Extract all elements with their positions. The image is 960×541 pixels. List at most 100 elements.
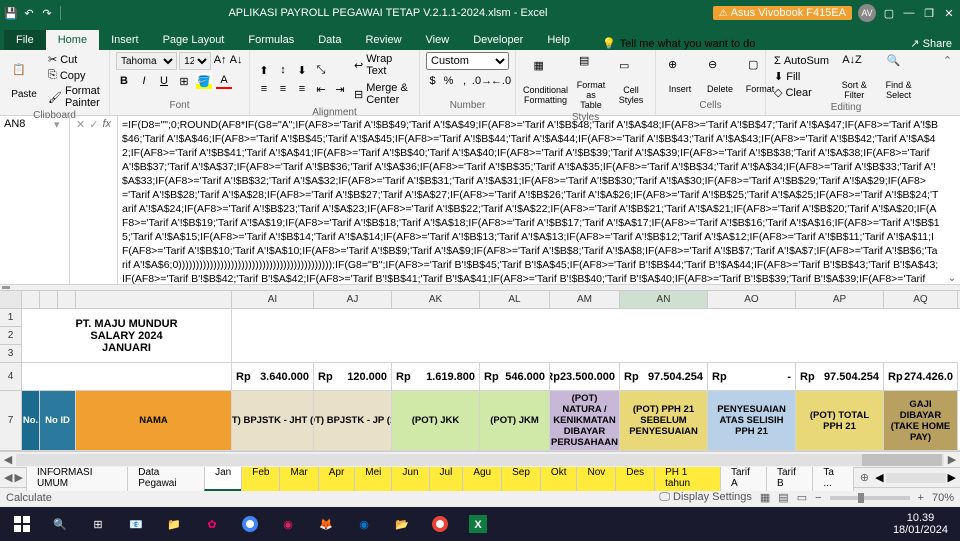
tab-view[interactable]: View — [414, 30, 462, 50]
view-layout-icon[interactable]: ▤ — [778, 491, 788, 504]
hdr-ap[interactable]: (POT) TOTAL PPH 21 — [796, 391, 884, 450]
col-ai[interactable]: AI — [232, 291, 314, 308]
hdr-aq[interactable]: GAJI DIBAYAR (TAKE HOME PAY) — [884, 391, 958, 450]
cell-ak4[interactable]: Rp1.619.800 — [392, 363, 480, 390]
italic-icon[interactable]: I — [136, 73, 152, 89]
comma-icon[interactable]: , — [458, 73, 471, 89]
share-button[interactable]: ↗ Share — [910, 37, 952, 50]
row-2[interactable]: 2 — [0, 327, 21, 345]
align-bottom-icon[interactable]: ⬇ — [294, 62, 310, 78]
tab-developer[interactable]: Developer — [461, 30, 535, 50]
sheet-tab-data-pegawai[interactable]: Data Pegawai — [127, 464, 205, 491]
col-ak[interactable]: AK — [392, 291, 480, 308]
paste-button[interactable]: 📋 Paste — [6, 61, 42, 102]
undo-icon[interactable]: ↶ — [22, 6, 36, 20]
conditional-formatting-button[interactable]: ▦Conditional Formatting — [522, 57, 569, 107]
tab-page-layout[interactable]: Page Layout — [151, 30, 237, 50]
display-settings-button[interactable]: 🖵 Display Settings — [659, 491, 752, 504]
col-a[interactable] — [22, 291, 40, 308]
explorer-icon[interactable]: 📂 — [384, 509, 420, 539]
tab-data[interactable]: Data — [306, 30, 353, 50]
tab-file[interactable]: File — [4, 30, 46, 50]
col-aj[interactable]: AJ — [314, 291, 392, 308]
minimize-icon[interactable]: — — [902, 6, 916, 20]
underline-icon[interactable]: U — [156, 73, 172, 89]
number-format-select[interactable]: Custom — [426, 52, 509, 70]
hdr-ao[interactable]: PENYESUAIAN ATAS SELISIH PPH 21 — [708, 391, 796, 450]
col-aq[interactable]: AQ — [884, 291, 958, 308]
font-size-select[interactable]: 12 — [179, 52, 211, 70]
sheet-tab-apr[interactable]: Apr — [318, 464, 356, 491]
zoom-slider[interactable] — [830, 496, 910, 500]
scroll-thumb[interactable] — [862, 454, 942, 466]
outlook-icon[interactable]: 📧 — [118, 509, 154, 539]
formula-content[interactable]: =IF(D8="";0;ROUND(AF8*IF(G8="A";IF(AF8>=… — [118, 116, 944, 284]
format-painter-button[interactable]: 🖌Format Painter — [46, 84, 103, 110]
fill-color-icon[interactable]: 🪣 — [196, 73, 212, 89]
avatar[interactable]: AV — [858, 4, 876, 22]
sheet-tab-feb[interactable]: Feb — [241, 464, 280, 491]
redo-icon[interactable]: ↷ — [40, 6, 54, 20]
cell-ao4[interactable]: Rp- — [708, 363, 796, 390]
maximize-icon[interactable]: ❐ — [922, 6, 936, 20]
col-am[interactable]: AM — [550, 291, 620, 308]
cut-button[interactable]: ✂Cut — [46, 52, 103, 67]
ribbon-options-icon[interactable]: ▢ — [882, 6, 896, 20]
cell-ai4[interactable]: Rp3.640.000 — [232, 363, 314, 390]
zoom-level[interactable]: 70% — [932, 492, 954, 504]
task-view-icon[interactable]: ⊞ — [80, 509, 116, 539]
row-1[interactable]: 1 — [0, 309, 21, 327]
chevron-down-icon[interactable]: ▾ — [54, 118, 60, 131]
zoom-in-icon[interactable]: + — [918, 492, 924, 504]
scroll-right-icon[interactable]: ▶ — [944, 453, 960, 466]
col-al[interactable]: AL — [480, 291, 550, 308]
hdr-ak[interactable]: (POT) JKK — [392, 391, 480, 450]
font-shrink-icon[interactable]: A↓ — [229, 52, 243, 68]
percent-icon[interactable]: % — [442, 73, 455, 89]
border-icon[interactable]: ⊞ — [176, 73, 192, 89]
tell-me-search[interactable]: 💡 Tell me what you want to do — [602, 37, 755, 50]
sheet-tab-mei[interactable]: Mei — [354, 464, 392, 491]
decimal-dec-icon[interactable]: ←.0 — [493, 73, 509, 89]
tab-scroll-right-icon[interactable]: ▶ — [948, 471, 956, 484]
hdr-nama[interactable]: NAMA — [76, 391, 232, 450]
app-icon-1[interactable]: 📁 — [156, 509, 192, 539]
clear-button[interactable]: ◇Clear — [772, 85, 831, 100]
row-7[interactable]: 7 — [0, 391, 21, 451]
row-3[interactable]: 3 — [0, 345, 21, 363]
col-ap[interactable]: AP — [796, 291, 884, 308]
col-ao[interactable]: AO — [708, 291, 796, 308]
cancel-formula-icon[interactable]: ✕ — [76, 118, 85, 131]
tab-home[interactable]: Home — [46, 30, 99, 50]
align-top-icon[interactable]: ⬆ — [256, 62, 272, 78]
hdr-am[interactable]: (POT) NATURA / KENIKMATAN DIBAYAR PERUSA… — [550, 391, 620, 450]
tab-help[interactable]: Help — [535, 30, 582, 50]
merge-center-button[interactable]: ⊟Merge & Center — [352, 81, 413, 107]
select-all[interactable] — [0, 291, 22, 308]
app-icon-2[interactable]: ✿ — [194, 509, 230, 539]
hdr-ai[interactable]: (POT) BPJSTK - JHT (2%) — [232, 391, 314, 450]
col-b[interactable] — [40, 291, 58, 308]
currency-icon[interactable]: $ — [426, 73, 439, 89]
tab-next-icon[interactable]: ▶ — [14, 471, 22, 484]
close-icon[interactable]: ✕ — [942, 6, 956, 20]
sheet-tab-okt[interactable]: Okt — [540, 464, 578, 491]
sheet-tab-jun[interactable]: Jun — [391, 464, 429, 491]
cell-reference-input[interactable] — [4, 118, 54, 130]
sheet-tab-tarif-a[interactable]: Tarif A — [720, 464, 767, 491]
font-color-icon[interactable]: A — [216, 73, 232, 89]
excel-taskbar-icon[interactable]: X — [460, 509, 496, 539]
empty-cells[interactable] — [232, 309, 958, 363]
sort-filter-button[interactable]: A↓ZSort & Filter — [835, 52, 873, 102]
sheet-tab-ta-...[interactable]: Ta ... — [812, 464, 853, 491]
cell-an4[interactable]: Rp97.504.254 — [620, 363, 708, 390]
indent-dec-icon[interactable]: ⇤ — [313, 81, 329, 97]
sheet-tab-agu[interactable]: Agu — [462, 464, 502, 491]
wrap-text-button[interactable]: ↩Wrap Text — [352, 52, 413, 78]
sheet-tab-jul[interactable]: Jul — [429, 464, 464, 491]
app-icon-3[interactable]: ◉ — [270, 509, 306, 539]
tab-formulas[interactable]: Formulas — [236, 30, 306, 50]
chrome-icon[interactable] — [232, 509, 268, 539]
split-handle[interactable] — [0, 285, 960, 291]
hdr-an[interactable]: (POT) PPH 21 SEBELUM PENYESUAIAN — [620, 391, 708, 450]
